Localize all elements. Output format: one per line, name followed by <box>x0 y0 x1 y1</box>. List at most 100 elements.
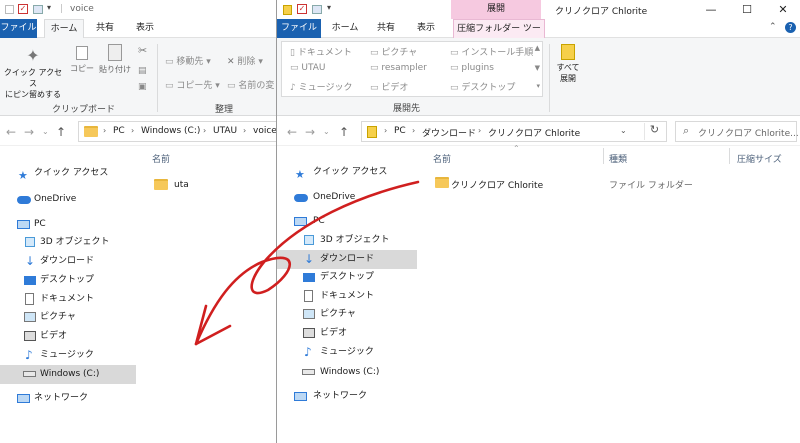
destination-install-guide[interactable]: ▭ インストール手順 <box>450 45 533 58</box>
breadcrumb-utau[interactable]: UTAU <box>213 126 237 136</box>
nav-item-pc[interactable]: PC <box>0 215 136 234</box>
extract-all-button[interactable]: すべて 展開 <box>553 42 583 98</box>
destination-music[interactable]: ♪ ミュージック <box>290 80 352 93</box>
delete-button[interactable]: ✕ 削除 ▾ <box>227 54 263 67</box>
nav-item-desktop[interactable]: デスクトップ <box>277 268 417 287</box>
tab-view[interactable]: 表示 <box>128 19 162 38</box>
nav-item-network[interactable]: ネットワーク <box>277 387 417 406</box>
up-arrow-icon[interactable]: ↑ <box>56 125 66 139</box>
nav-item-music[interactable]: ♪ ミュージック <box>277 343 417 362</box>
address-bar[interactable]: › PC › ダウンロード › クリノクロア Chlorite ⌄ ↻ <box>361 121 667 142</box>
paste-shortcut-icon[interactable]: ▣ <box>138 82 147 92</box>
destination-videos[interactable]: ▭ ビデオ <box>370 80 408 93</box>
forward-arrow-icon[interactable]: → <box>24 125 34 139</box>
destination-documents[interactable]: ▯ ドキュメント <box>290 45 352 58</box>
chevron-down-icon[interactable]: ▾ <box>47 3 51 12</box>
nav-item-pc[interactable]: PC <box>277 212 417 231</box>
help-icon[interactable]: ? <box>785 22 796 33</box>
context-tab-extract[interactable]: 展開 <box>451 0 541 19</box>
column-header-compressed-size[interactable]: 圧縮サイズ <box>737 152 782 165</box>
breadcrumb-downloads[interactable]: ダウンロード <box>422 126 476 139</box>
back-arrow-icon[interactable]: ← <box>6 125 16 139</box>
forward-arrow-icon[interactable]: → <box>305 125 315 139</box>
tab-share[interactable]: 共有 <box>369 19 403 38</box>
nav-item-documents[interactable]: ドキュメント <box>0 290 136 309</box>
folder-icon[interactable] <box>33 5 43 14</box>
destination-resampler[interactable]: ▭ resampler <box>370 63 427 73</box>
copy-path-icon[interactable]: ▤ <box>138 66 147 76</box>
checkbox-icon[interactable]: ✓ <box>18 4 28 14</box>
move-to-button[interactable]: ▭ 移動先 ▾ <box>165 54 211 67</box>
column-header-type[interactable]: 種類 <box>609 152 627 165</box>
nav-item-windows-c[interactable]: Windows (C:) <box>277 363 417 382</box>
copy-to-button[interactable]: ▭ コピー先 ▾ <box>165 78 220 91</box>
back-arrow-icon[interactable]: ← <box>287 125 297 139</box>
nav-item-network[interactable]: ネットワーク <box>0 389 136 408</box>
tab-view[interactable]: 表示 <box>409 19 443 38</box>
folder-icon <box>84 126 98 137</box>
tab-file[interactable]: ファイル <box>277 19 321 38</box>
pin-quick-access-button[interactable]: ✦ クイック アクセス にピン留めする <box>2 42 64 99</box>
tab-file[interactable]: ファイル <box>0 19 37 38</box>
breadcrumb-windows-c[interactable]: Windows (C:) <box>141 126 200 136</box>
close-button[interactable]: ✕ <box>765 0 800 19</box>
chevron-down-icon[interactable]: ⌄ <box>42 127 49 136</box>
nav-item-downloads[interactable]: ↓ ダウンロード <box>0 252 136 271</box>
nav-item-3d-objects[interactable]: 3D オブジェクト <box>277 231 417 250</box>
refresh-icon[interactable]: ↻ <box>644 123 664 140</box>
tab-home[interactable]: ホーム <box>44 19 84 38</box>
address-bar[interactable]: › PC › Windows (C:) › UTAU › voice <box>78 121 276 142</box>
scroll-up-icon[interactable]: ▲ <box>535 44 540 52</box>
list-item[interactable]: uta <box>152 178 272 194</box>
table-row[interactable]: クリノクロア Chlorite ファイル フォルダー <box>433 176 793 192</box>
nav-item-videos[interactable]: ビデオ <box>277 324 417 343</box>
nav-item-quick-access[interactable]: ★ クイック アクセス <box>0 164 136 183</box>
nav-item-videos[interactable]: ビデオ <box>0 327 136 346</box>
destination-pictures[interactable]: ▭ ピクチャ <box>370 45 417 58</box>
maximize-button[interactable]: ☐ <box>729 0 765 19</box>
file-list: 名前 uta <box>136 146 276 443</box>
nav-item-documents[interactable]: ドキュメント <box>277 287 417 306</box>
minimize-button[interactable]: — <box>693 0 729 19</box>
destination-utau[interactable]: ▭ UTAU <box>290 63 326 73</box>
nav-item-downloads[interactable]: ↓ ダウンロード <box>277 250 417 269</box>
nav-item-pictures[interactable]: ピクチャ <box>277 305 417 324</box>
breadcrumb-pc[interactable]: PC <box>394 126 406 136</box>
chevron-down-icon: ▾ <box>258 57 263 67</box>
breadcrumb-chlorite[interactable]: クリノクロア Chlorite <box>488 126 580 139</box>
nav-item-onedrive[interactable]: OneDrive <box>0 190 136 209</box>
tab-compressed-folder-tools[interactable]: 圧縮フォルダー ツール <box>453 19 545 53</box>
scroll-down-icon[interactable]: ▼ <box>535 64 540 72</box>
column-header-name[interactable]: 名前 <box>433 152 451 165</box>
cut-icon[interactable]: ✂ <box>138 44 147 57</box>
film-icon: ▭ <box>370 83 379 93</box>
title-bar: ✓ ▾ 展開 クリノクロア Chlorite — ☐ ✕ <box>277 0 800 19</box>
checkbox-icon[interactable]: ✓ <box>297 4 307 14</box>
destination-plugins[interactable]: ▭ plugins <box>450 63 494 73</box>
up-arrow-icon[interactable]: ↑ <box>339 125 349 139</box>
breadcrumb-pc[interactable]: PC <box>113 126 125 136</box>
chevron-down-icon[interactable]: ⌄ <box>323 127 330 136</box>
tab-share[interactable]: 共有 <box>88 19 122 38</box>
tab-home[interactable]: ホーム <box>325 19 365 38</box>
paste-button[interactable]: 貼り付け <box>98 42 132 82</box>
destination-desktop[interactable]: ▭ デスクトップ <box>450 80 515 93</box>
copy-button[interactable]: コピー <box>68 42 96 82</box>
nav-item-3d-objects[interactable]: 3D オブジェクト <box>0 233 136 252</box>
folder-icon[interactable] <box>312 5 322 14</box>
nav-item-windows-c[interactable]: Windows (C:) <box>0 365 136 384</box>
breadcrumb-voice[interactable]: voice <box>253 126 276 136</box>
search-box[interactable]: ⌕ クリノクロア Chlorite... <box>675 121 799 142</box>
rename-button[interactable]: ▭ 名前の変 <box>227 78 274 91</box>
column-header-name[interactable]: 名前 <box>152 152 170 165</box>
nav-item-quick-access[interactable]: ★ クイック アクセス <box>277 163 417 182</box>
nav-item-desktop[interactable]: デスクトップ <box>0 271 136 290</box>
nav-item-pictures[interactable]: ピクチャ <box>0 308 136 327</box>
chevron-down-icon[interactable]: ⌄ <box>620 126 627 135</box>
nav-item-onedrive[interactable]: OneDrive <box>277 188 417 207</box>
window-title: voice <box>70 4 94 14</box>
nav-item-music[interactable]: ♪ ミュージック <box>0 346 136 365</box>
chevron-up-icon[interactable]: ⌃ <box>769 22 777 32</box>
expand-gallery-icon[interactable]: ▾ <box>536 82 540 90</box>
chevron-down-icon[interactable]: ▾ <box>327 3 331 12</box>
